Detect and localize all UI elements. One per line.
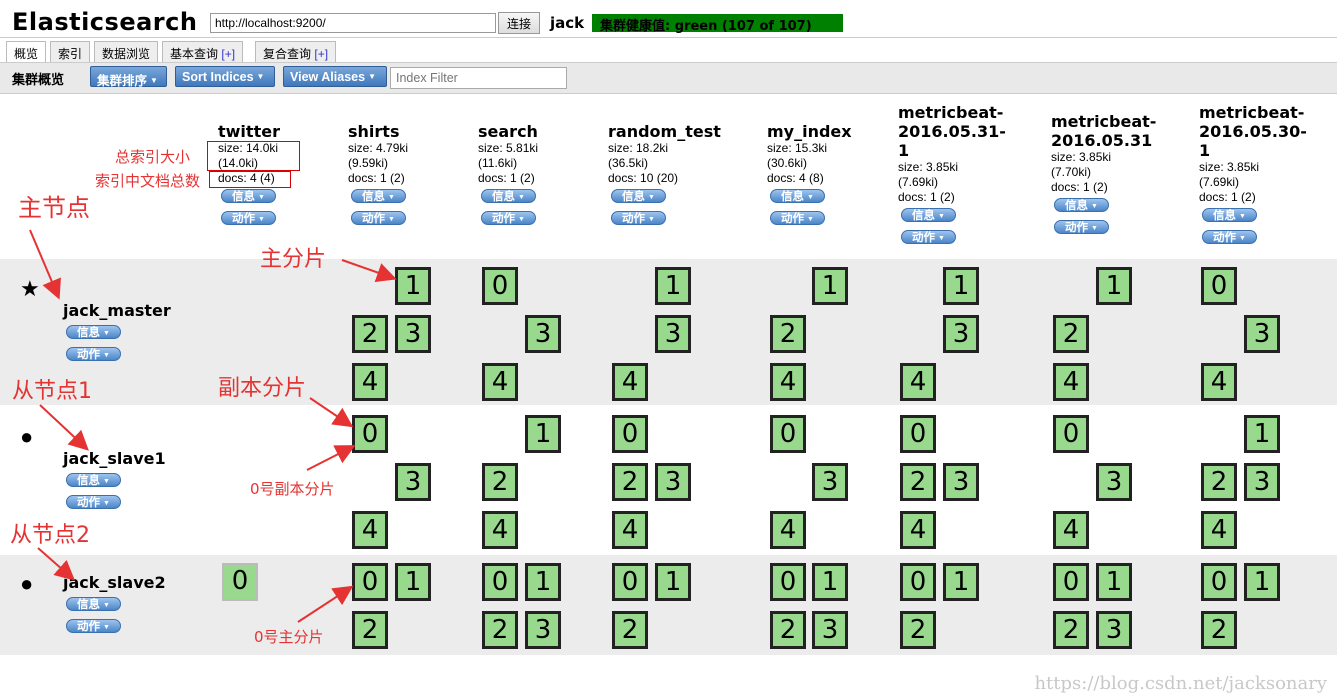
arrow-primary-0 xyxy=(297,585,354,623)
arrow-master-node xyxy=(29,229,61,300)
arrow-slave2 xyxy=(37,547,75,581)
arrow-replica-shard xyxy=(309,397,354,428)
arrow-primary-shard xyxy=(341,259,397,283)
arrow-replica-0 xyxy=(306,445,356,471)
annotation-arrows xyxy=(29,229,397,623)
watermark: https://blog.csdn.net/jacksonary xyxy=(1034,673,1327,694)
arrow-slave1 xyxy=(39,404,89,451)
